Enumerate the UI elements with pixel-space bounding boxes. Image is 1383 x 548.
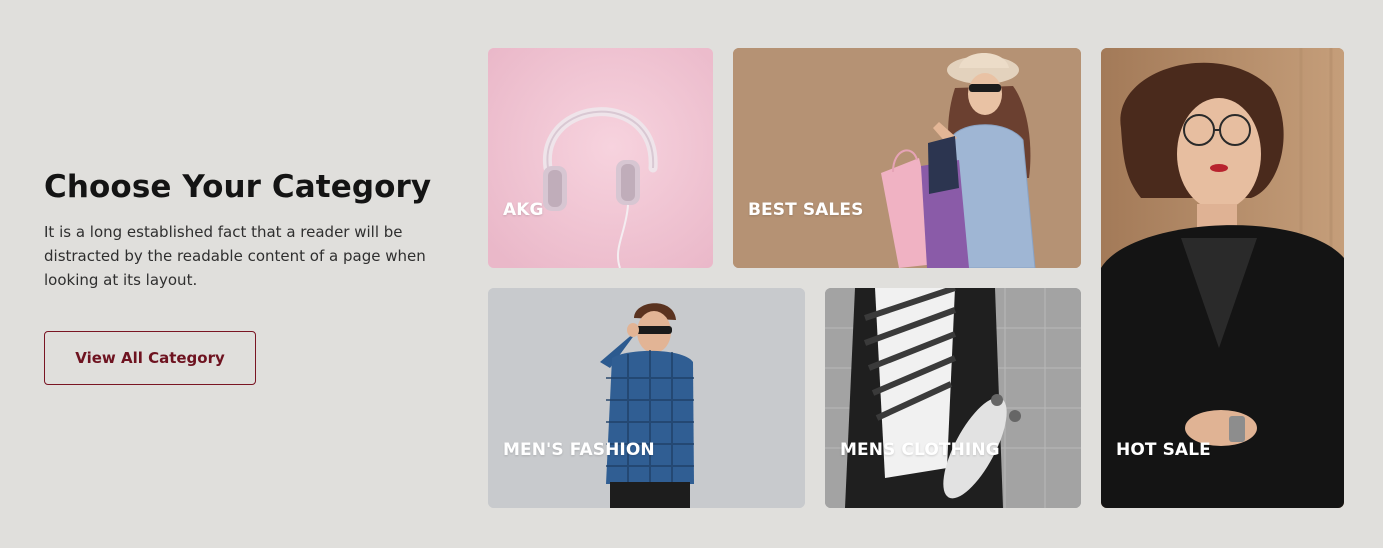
view-all-category-button[interactable]: View All Category [44, 331, 256, 385]
category-card-mens-fashion[interactable]: MEN'S FASHION [488, 288, 805, 508]
category-label-hot-sale: HOT SALE [1116, 440, 1211, 460]
man-in-plaid-shirt-image [488, 288, 805, 508]
skateboarder-image [825, 288, 1081, 508]
category-label-best-sales: BEST SALES [748, 200, 864, 220]
section-description: It is a long established fact that a rea… [44, 223, 426, 289]
category-label-mens-clothing: MENS CLOTHING [840, 440, 1000, 460]
category-card-best-sales[interactable]: BEST SALES [733, 48, 1081, 268]
shopping-woman-image [733, 48, 1081, 268]
headphones-image [488, 48, 713, 268]
category-card-hot-sale[interactable]: HOT SALE [1101, 48, 1344, 508]
category-intro: Choose Your Category It is a long establ… [44, 168, 444, 292]
woman-in-black-jacket-image [1101, 48, 1344, 508]
category-card-akg[interactable]: AKG [488, 48, 713, 268]
section-title: Choose Your Category [44, 169, 432, 205]
category-label-akg: AKG [503, 200, 544, 220]
category-label-mens-fashion: MEN'S FASHION [503, 440, 655, 460]
category-card-mens-clothing[interactable]: MENS CLOTHING [825, 288, 1081, 508]
